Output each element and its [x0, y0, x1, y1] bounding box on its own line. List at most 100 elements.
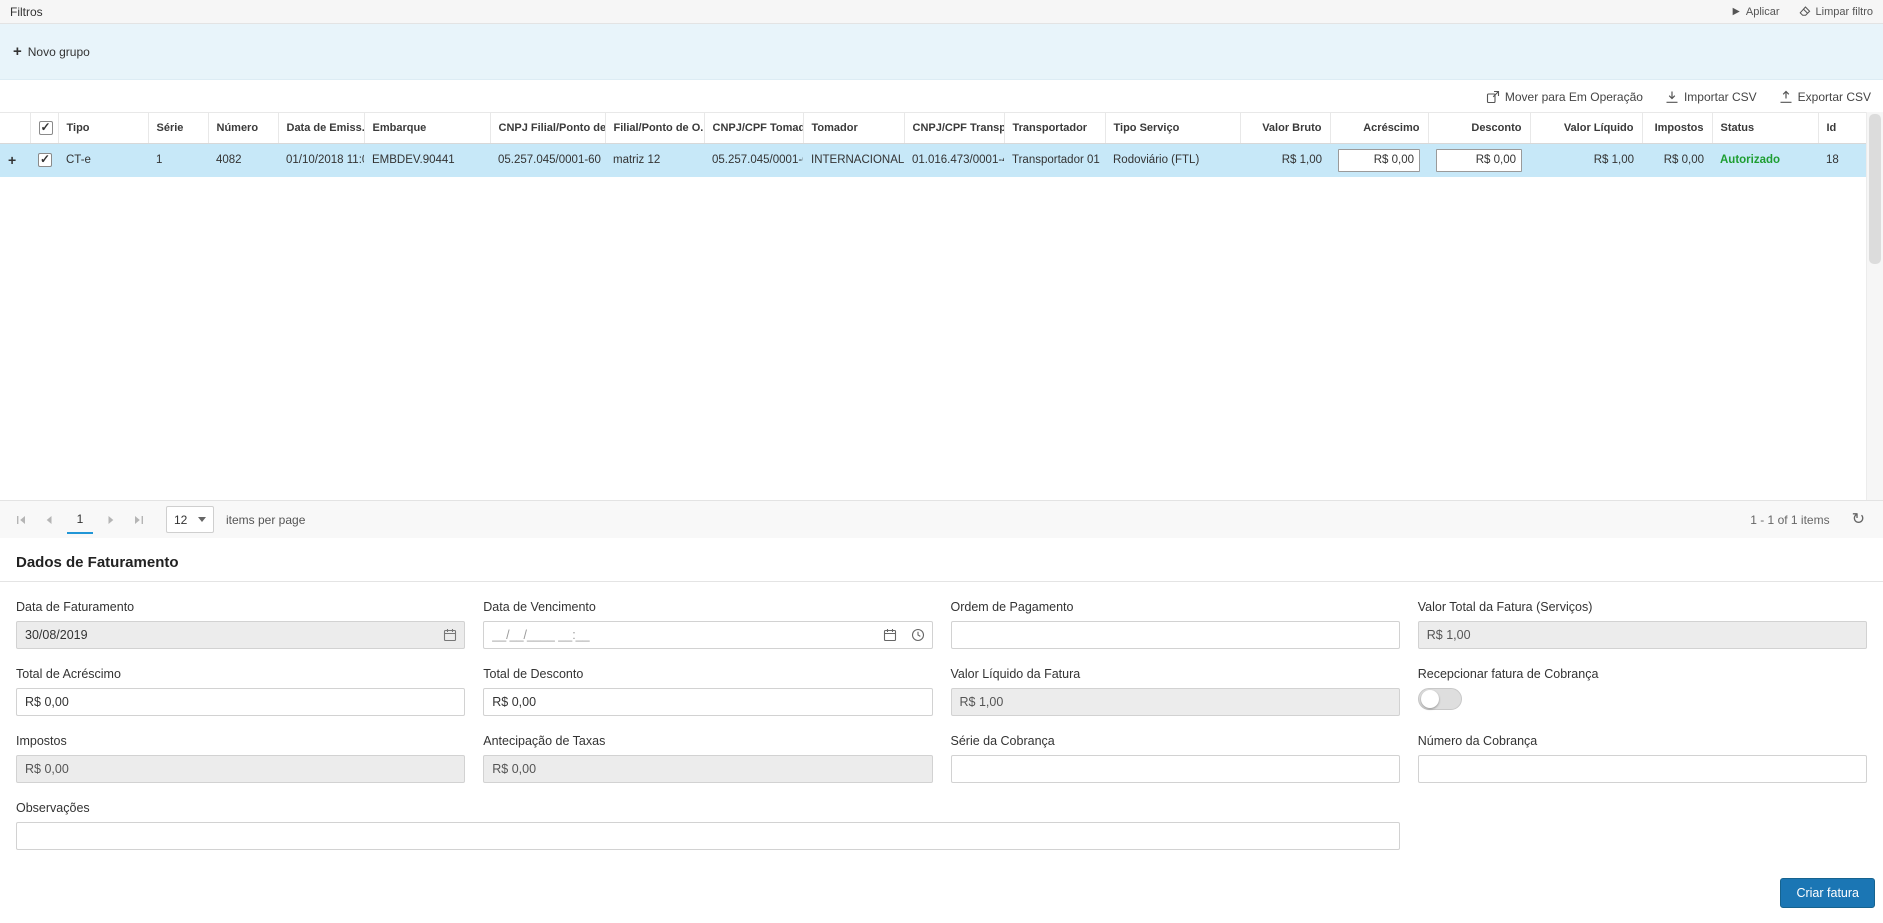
pager-right: 1 - 1 of 1 items ↻ — [1750, 511, 1871, 529]
field-label: Valor Líquido da Fatura — [951, 667, 1400, 681]
last-page-button[interactable] — [126, 507, 152, 533]
desconto-input[interactable] — [1436, 149, 1522, 172]
column-header-cnpj-filial[interactable]: CNPJ Filial/Ponto de ... — [490, 113, 605, 144]
billing-form: Data de Faturamento Data de Vencimento — [0, 582, 1883, 850]
prev-page-button[interactable] — [36, 507, 62, 533]
clock-icon[interactable] — [904, 622, 932, 648]
cell-cnpj-transportador: 01.016.473/0001-40 — [904, 144, 1004, 177]
eraser-icon — [1798, 5, 1811, 18]
calendar-icon[interactable] — [876, 622, 904, 648]
column-header-id[interactable]: Id — [1818, 113, 1866, 144]
total-desconto-input[interactable] — [483, 688, 932, 716]
column-header-transportador[interactable]: Transportador — [1004, 113, 1105, 144]
column-header-tomador[interactable]: Tomador — [803, 113, 904, 144]
field-label: Total de Desconto — [483, 667, 932, 681]
column-header-cnpj-transportador[interactable]: CNPJ/CPF Transp... — [904, 113, 1004, 144]
numero-cobranca-input[interactable] — [1418, 755, 1867, 783]
table-row[interactable]: + CT-e 1 4082 01/10/2018 11:07 EMBDEV.90… — [0, 144, 1866, 177]
grid-pager: 1 12 items per page 1 - 1 of 1 items ↻ — [0, 500, 1883, 538]
prev-page-icon — [43, 514, 55, 526]
column-header-status[interactable]: Status — [1712, 113, 1818, 144]
field-label: Valor Total da Fatura (Serviços) — [1418, 600, 1867, 614]
column-header-expand — [0, 113, 30, 144]
cell-id: 18 — [1818, 144, 1866, 177]
observacoes-input[interactable] — [16, 822, 1400, 850]
column-header-filial[interactable]: Filial/Ponto de O... — [605, 113, 704, 144]
import-csv-button[interactable]: Importar CSV — [1665, 90, 1757, 104]
app-window: Filtros Aplicar Limpar filtro + Novo gru… — [0, 0, 1883, 908]
new-group-button[interactable]: + Novo grupo — [13, 44, 90, 59]
pager-info: 1 - 1 of 1 items — [1750, 513, 1829, 527]
status-badge: Autorizado — [1712, 144, 1818, 177]
create-invoice-button[interactable]: Criar fatura — [1780, 878, 1875, 908]
column-header-embarque[interactable]: Embarque — [364, 113, 490, 144]
expand-row-button[interactable]: + — [8, 152, 16, 168]
column-header-cnpj-tomador[interactable]: CNPJ/CPF Tomador — [704, 113, 803, 144]
clear-filter-button[interactable]: Limpar filtro — [1798, 5, 1873, 18]
column-header-valor-bruto[interactable]: Valor Bruto — [1240, 113, 1330, 144]
filters-panel-header: Filtros Aplicar Limpar filtro — [0, 0, 1883, 24]
import-csv-label: Importar CSV — [1684, 90, 1757, 104]
column-header-tipo-servico[interactable]: Tipo Serviço — [1105, 113, 1240, 144]
documents-grid: Tipo Série Número Data de Emiss... Embar… — [0, 112, 1883, 538]
filters-title: Filtros — [10, 5, 43, 19]
field-label: Impostos — [16, 734, 465, 748]
import-icon — [1665, 90, 1679, 104]
acrescimo-input[interactable] — [1338, 149, 1420, 172]
data-vencimento-input[interactable] — [484, 622, 875, 648]
apply-filter-button[interactable]: Aplicar — [1731, 6, 1780, 18]
export-icon — [1779, 90, 1793, 104]
cell-acrescimo — [1330, 144, 1428, 177]
scrollbar-thumb[interactable] — [1869, 114, 1881, 264]
field-recepcionar-fatura: Recepcionar fatura de Cobrança — [1418, 667, 1867, 716]
column-header-tipo[interactable]: Tipo — [58, 113, 148, 144]
export-csv-label: Exportar CSV — [1798, 90, 1871, 104]
row-checkbox[interactable] — [38, 153, 52, 167]
calendar-icon[interactable] — [436, 622, 464, 648]
field-label: Antecipação de Taxas — [483, 734, 932, 748]
column-header-select — [30, 113, 58, 144]
refresh-button[interactable]: ↻ — [1846, 511, 1871, 529]
column-header-serie[interactable]: Série — [148, 113, 208, 144]
cell-tipo-servico: Rodoviário (FTL) — [1105, 144, 1240, 177]
cell-serie: 1 — [148, 144, 208, 177]
page-size-dropdown[interactable]: 12 — [166, 506, 214, 533]
total-acrescimo-input[interactable] — [16, 688, 465, 716]
column-header-impostos[interactable]: Impostos — [1642, 113, 1712, 144]
field-label: Recepcionar fatura de Cobrança — [1418, 667, 1867, 681]
apply-filter-label: Aplicar — [1746, 6, 1780, 18]
column-header-acrescimo[interactable]: Acréscimo — [1330, 113, 1428, 144]
filters-panel-body: + Novo grupo — [0, 24, 1883, 80]
field-ordem-pagamento: Ordem de Pagamento — [951, 600, 1400, 649]
column-header-data-emissao[interactable]: Data de Emiss... — [278, 113, 364, 144]
page-size-value: 12 — [174, 513, 187, 527]
serie-cobranca-input[interactable] — [951, 755, 1400, 783]
field-antecipacao-taxas: Antecipação de Taxas — [483, 734, 932, 783]
next-page-button[interactable] — [98, 507, 124, 533]
ordem-pagamento-input[interactable] — [951, 621, 1400, 649]
field-label: Número da Cobrança — [1418, 734, 1867, 748]
select-all-checkbox[interactable] — [39, 121, 53, 135]
field-label: Total de Acréscimo — [16, 667, 465, 681]
plus-icon: + — [13, 44, 22, 59]
column-header-desconto[interactable]: Desconto — [1428, 113, 1530, 144]
first-page-button[interactable] — [8, 507, 34, 533]
cell-tomador: INTERNACIONAL E ... — [803, 144, 904, 177]
column-header-valor-liquido[interactable]: Valor Líquido — [1530, 113, 1642, 144]
section-title: Dados de Faturamento — [0, 554, 1883, 582]
next-page-icon — [105, 514, 117, 526]
last-page-icon — [133, 514, 145, 526]
export-csv-button[interactable]: Exportar CSV — [1779, 90, 1871, 104]
field-data-vencimento: Data de Vencimento — [483, 600, 932, 649]
current-page[interactable]: 1 — [67, 506, 93, 534]
column-header-numero[interactable]: Número — [208, 113, 278, 144]
move-to-operation-button[interactable]: Mover para Em Operação — [1486, 90, 1643, 104]
table-header-row: Tipo Série Número Data de Emiss... Embar… — [0, 113, 1866, 144]
antecipacao-taxas-input — [483, 755, 932, 783]
recepcionar-toggle[interactable] — [1418, 688, 1462, 710]
billing-form-section: Dados de Faturamento Data de Faturamento… — [0, 538, 1883, 908]
refresh-icon: ↻ — [1852, 511, 1865, 528]
cell-embarque: EMBDEV.90441 — [364, 144, 490, 177]
impostos-input — [16, 755, 465, 783]
vertical-scrollbar[interactable] — [1866, 112, 1883, 500]
